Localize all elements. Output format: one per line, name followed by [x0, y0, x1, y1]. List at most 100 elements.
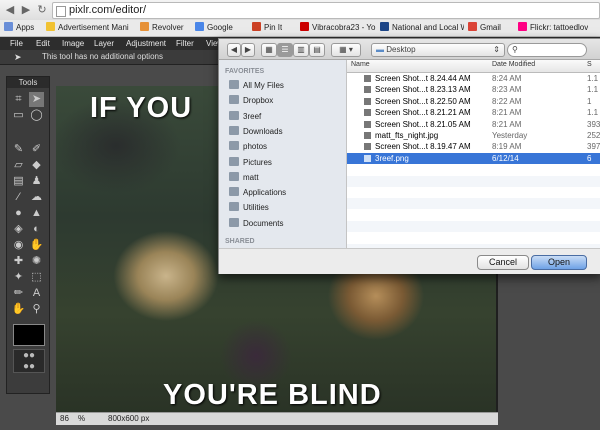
sidebar-item[interactable]: Applications	[229, 186, 286, 199]
smudge-icon[interactable]: ☁	[29, 190, 44, 205]
sidebar-item[interactable]: Documents	[229, 217, 283, 230]
file-date: 8:21 AM	[492, 119, 522, 129]
sidebar-item[interactable]: photos	[229, 140, 267, 153]
bookmark-label: National and Local W	[392, 23, 464, 32]
column-view-icon[interactable]: ▥	[293, 43, 309, 57]
menu-file[interactable]: File	[10, 38, 23, 49]
browser-toolbar: ◀ ▶ ↻ pixlr.com/editor/	[0, 0, 600, 20]
spot-heal-icon[interactable]: ✚	[11, 254, 26, 269]
pencil-icon[interactable]: ✎	[11, 142, 26, 157]
file-name: Screen Shot...t 8.21.21 AM	[375, 108, 471, 118]
zoom-icon[interactable]: ⚲	[29, 302, 44, 317]
file-size: 1	[587, 96, 592, 106]
bookmark-item[interactable]: Pin It	[252, 22, 282, 34]
sidebar-item[interactable]: Utilities	[229, 201, 269, 214]
cancel-button[interactable]: Cancel	[477, 255, 529, 270]
bookmark-item[interactable]: National and Local W	[380, 22, 464, 34]
bookmark-item[interactable]: Gmail	[468, 22, 501, 34]
sidebar-item[interactable]: matt	[229, 171, 259, 184]
bookmark-label: Apps	[16, 23, 35, 32]
lasso-icon[interactable]: ◯	[29, 108, 44, 123]
file-row[interactable]: Screen Shot...t 8.24.44 AM 8:24 AM 1.1	[347, 73, 600, 84]
burn-icon[interactable]: ✋	[29, 238, 44, 253]
shared-heading: SHARED	[225, 238, 255, 245]
sidebar-item-label: Dropbox	[243, 96, 274, 106]
file-row[interactable]: 3reef.png 6/12/14 6	[347, 152, 600, 164]
arrange-icon[interactable]: ▦ ▾	[331, 43, 361, 57]
file-date: 8:22 AM	[492, 96, 522, 106]
tools-title: Tools	[7, 77, 49, 88]
meme-bottom-text: YOU'RE BLIND	[163, 379, 382, 411]
address-bar[interactable]: pixlr.com/editor/	[52, 2, 600, 19]
size-column-header[interactable]: S	[587, 61, 592, 68]
file-row[interactable]: Screen Shot...t 8.23.13 AM 8:23 AM 1.1	[347, 84, 600, 95]
icon-view-icon[interactable]: ▦	[261, 43, 277, 57]
move-icon[interactable]: ➤	[29, 92, 44, 107]
file-row[interactable]: matt_fts_night.jpg Yesterday 252	[347, 130, 600, 141]
bookmark-label: Advertisement Mani	[58, 23, 129, 32]
empty-row	[347, 164, 600, 176]
sponge-icon[interactable]: ◈	[11, 222, 26, 237]
bookmark-item[interactable]: Advertisement Mani	[46, 22, 129, 34]
sidebar-item[interactable]: All My Files	[229, 79, 284, 92]
forward-icon[interactable]: ▶	[19, 3, 33, 17]
brush-icon[interactable]: ✐	[29, 142, 44, 157]
bookmark-item[interactable]: Google	[195, 22, 233, 34]
grid-icon[interactable]: ●● ●●	[13, 349, 45, 373]
bucket-icon[interactable]: ◆	[29, 158, 44, 173]
crop-icon[interactable]: ⌗	[11, 92, 26, 107]
sidebar-item[interactable]: Pictures	[229, 156, 272, 169]
blur-icon[interactable]: ●	[11, 206, 26, 221]
sidebar-item-label: Documents	[243, 218, 284, 228]
search-field[interactable]: ⚲	[507, 43, 587, 57]
bookmark-item[interactable]: Flickr: tattoedlov	[518, 22, 588, 34]
date-column-header[interactable]: Date Modified	[492, 61, 535, 68]
zoom-value[interactable]: 86	[60, 414, 69, 423]
sidebar-item[interactable]: Dropbox	[229, 94, 273, 107]
forward-icon[interactable]: ▶	[241, 43, 255, 57]
color-replace-icon[interactable]: ⬚	[29, 270, 44, 285]
sharpen-icon[interactable]: ▲	[29, 206, 44, 221]
menu-image[interactable]: Image	[62, 38, 84, 49]
back-icon[interactable]: ◀	[3, 3, 17, 17]
menu-adjustment[interactable]: Adjustment	[126, 38, 166, 49]
file-list: Name Date Modified S Screen Shot...t 8.2…	[347, 60, 600, 255]
sidebar-item[interactable]: Downloads	[229, 125, 283, 138]
list-view-icon[interactable]: ☰	[277, 43, 293, 57]
open-button[interactable]: Open	[531, 255, 587, 270]
color-swatch[interactable]	[13, 324, 45, 346]
file-row[interactable]: Screen Shot...t 8.22.50 AM 8:22 AM 1	[347, 96, 600, 107]
reload-icon[interactable]: ↻	[35, 3, 49, 17]
name-column-header[interactable]: Name	[351, 61, 370, 68]
dropbox-icon	[229, 95, 239, 105]
bookmark-item[interactable]: Apps	[4, 22, 34, 34]
bookmark-item[interactable]: Revolver	[140, 22, 184, 34]
back-icon[interactable]: ◀	[227, 43, 241, 57]
dodge-icon[interactable]: ◐	[29, 222, 44, 237]
stamp-icon[interactable]: ♟	[29, 174, 44, 189]
bloat-icon[interactable]: ✺	[29, 254, 44, 269]
empty-row	[347, 198, 600, 210]
file-row[interactable]: Screen Shot...t 8.19.47 AM 8:19 AM 397	[347, 141, 600, 152]
menu-filter[interactable]: Filter	[176, 38, 194, 49]
gradient-icon[interactable]: ▤	[11, 174, 26, 189]
coverflow-icon[interactable]: ▤	[309, 43, 325, 57]
sidebar-item-label: Pictures	[243, 157, 272, 167]
location-popup[interactable]: ▬ Desktop ⇕	[371, 43, 505, 57]
bookmark-item[interactable]: Vibracobra23 - You	[300, 22, 376, 34]
eraser-icon[interactable]: ▱	[11, 158, 26, 173]
marquee-icon[interactable]: ▭	[11, 108, 26, 123]
sidebar-item[interactable]: 3reef	[229, 110, 261, 123]
drawing-icon[interactable]: ✏	[11, 286, 26, 301]
type-icon[interactable]: A	[29, 286, 44, 301]
bookmark-label: Vibracobra23 - You	[312, 23, 376, 32]
file-row[interactable]: Screen Shot...t 8.21.21 AM 8:21 AM 1.1	[347, 107, 600, 118]
hand-icon[interactable]: ✋	[11, 302, 26, 317]
pinch-icon[interactable]: ✦	[11, 270, 26, 285]
picker-icon[interactable]: ⁄	[11, 190, 26, 205]
red-eye-icon[interactable]: ◉	[11, 238, 26, 253]
menu-edit[interactable]: Edit	[36, 38, 50, 49]
file-row[interactable]: Screen Shot...t 8.21.05 AM 8:21 AM 393	[347, 119, 600, 130]
menu-layer[interactable]: Layer	[94, 38, 114, 49]
file-size: 1.1	[587, 108, 599, 118]
